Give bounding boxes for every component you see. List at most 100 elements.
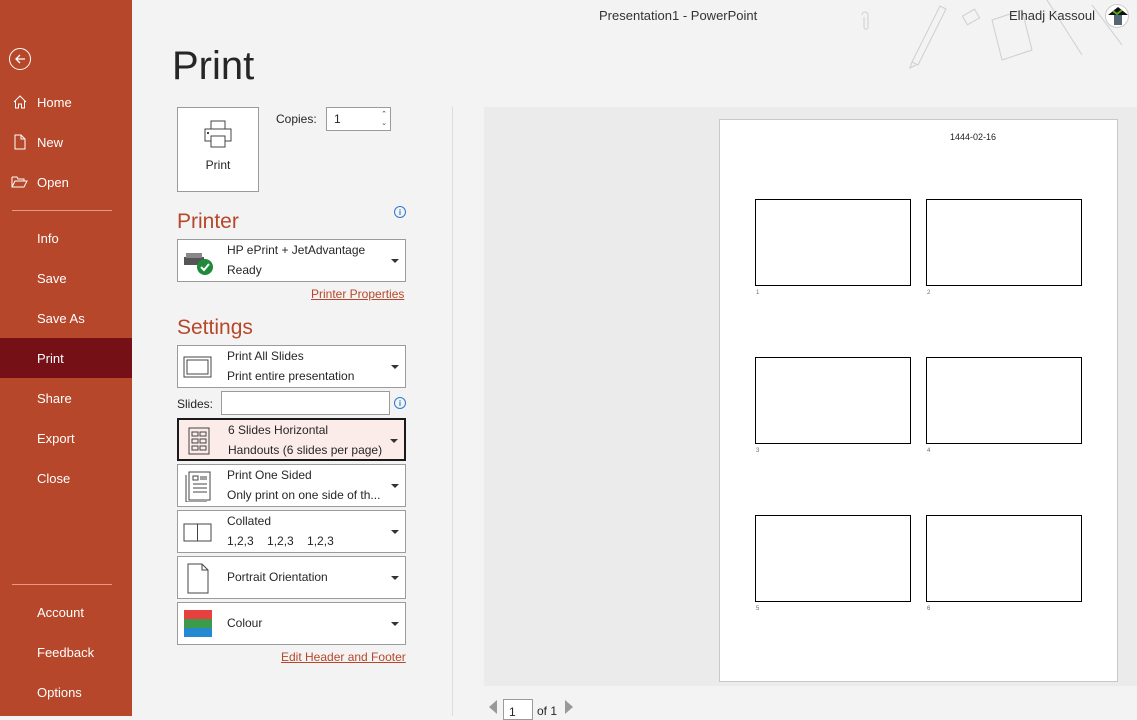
collation-title: Collated [227,514,272,528]
slide-thumbnail [926,357,1082,444]
sidebar-item-account[interactable]: Account [0,592,132,632]
slides-input[interactable] [221,391,390,415]
layout-title: 6 Slides Horizontal [228,423,329,437]
sidebar-item-label: Save As [37,310,85,326]
sidebar-item-home[interactable]: Home [0,82,132,122]
slide-number: 2 [927,290,931,296]
print-range-title: Print All Slides [227,349,304,363]
title-bar: Presentation1 - PowerPoint Elhadj Kassou… [132,0,1137,69]
slide-thumbnail [926,199,1082,286]
copies-input[interactable]: 1 ⌃ ⌄ [326,107,391,131]
slide-thumbnail [926,515,1082,602]
dropdown-arrow-icon [390,439,398,443]
sidebar-item-options[interactable]: Options [0,672,132,712]
settings-heading: Settings [177,316,253,339]
print-button[interactable]: Print [177,107,259,192]
slides-label: Slides: [177,397,214,411]
printer-name: HP ePrint + JetAdvantage [227,243,366,257]
dropdown-arrow-icon [391,484,399,488]
printer-heading: Printer [177,210,239,233]
color-dropdown[interactable]: Colour [177,602,406,645]
sidebar-item-label: Info [37,230,59,246]
dropdown-arrow-icon [391,259,399,263]
sidebar-item-label: Open [37,174,69,190]
sidebar-item-new[interactable]: New [0,122,132,162]
sidebar-item-label: Export [37,430,75,446]
home-icon [13,95,26,109]
collation-dropdown[interactable]: Collated 1,2,3 1,2,3 1,2,3 [177,510,406,553]
page-title: Print [172,44,255,88]
edit-header-footer-link[interactable]: Edit Header and Footer [281,650,406,664]
sidebar-item-label: Account [37,604,84,620]
copies-label: Copies: [276,112,317,126]
sidebar-divider [12,210,112,211]
layout-subtitle: Handouts (6 slides per page) [228,443,383,457]
sidebar-item-open[interactable]: Open [0,162,132,202]
slide-thumbnail [755,199,911,286]
sidebar-item-label: Home [37,94,72,110]
sides-title: Print One Sided [227,468,312,482]
sidebar-item-feedback[interactable]: Feedback [0,632,132,672]
printer-properties-link[interactable]: Printer Properties [311,287,404,301]
info-icon[interactable]: i [394,206,406,218]
portrait-page-icon [187,563,209,594]
sidebar-item-label: New [37,134,64,150]
sidebar-divider [12,584,112,585]
print-button-label: Print [205,158,231,172]
slide-number: 6 [927,606,931,612]
color-title: Colour [227,616,263,630]
sidebar-item-share[interactable]: Share [0,378,132,418]
dropdown-arrow-icon [391,576,399,580]
dropdown-arrow-icon [391,365,399,369]
one-sided-icon [185,471,211,502]
sidebar-item-save-as[interactable]: Save As [0,298,132,338]
chevron-up-icon[interactable]: ⌃ [381,110,387,119]
sides-dropdown[interactable]: Print One Sided Only print on one side o… [177,464,406,507]
sidebar-item-label: Save [37,270,67,286]
next-page-icon[interactable] [565,699,574,714]
sidebar-item-label: Print [37,350,64,366]
sidebar-item-label: Share [37,390,72,406]
page-navigator: 1 of 1 [484,697,574,720]
print-range-dropdown[interactable]: Print All Slides Print entire presentati… [177,345,406,388]
arrow-left-icon [15,54,25,64]
slide-thumbnail [755,357,911,444]
page-number-input[interactable]: 1 [503,699,533,720]
user-name[interactable]: Elhadj Kassoul [1009,8,1095,23]
dropdown-arrow-icon [391,530,399,534]
back-button[interactable] [9,48,31,70]
dropdown-arrow-icon [391,622,399,626]
window-title: Presentation1 - PowerPoint [599,8,758,23]
user-avatar[interactable] [1105,4,1129,28]
sidebar-item-close[interactable]: Close [0,458,132,498]
chevron-down-icon[interactable]: ⌄ [381,119,387,128]
slide-number: 4 [927,448,931,454]
printer-dropdown[interactable]: HP ePrint + JetAdvantage Ready [177,239,406,282]
collation-subtitle: 1,2,3 1,2,3 1,2,3 [227,534,334,548]
print-range-subtitle: Print entire presentation [227,369,355,383]
copies-value: 1 [334,112,341,126]
layout-dropdown[interactable]: 6 Slides Horizontal Handouts (6 slides p… [177,418,406,461]
new-document-icon [14,134,25,150]
panel-divider [452,107,453,716]
folder-open-icon [11,176,28,188]
sidebar-item-label: Options [37,684,82,700]
sidebar-item-info[interactable]: Info [0,218,132,258]
color-icon [184,610,212,637]
orientation-dropdown[interactable]: Portrait Orientation [177,556,406,599]
slide-number: 3 [756,448,760,454]
backstage-sidebar: Home New Open Info Save Save As Print Sh… [0,0,132,716]
page-count: of 1 [537,703,558,718]
sidebar-item-print[interactable]: Print [0,338,132,378]
copies-spinner[interactable]: ⌃ ⌄ [381,110,387,128]
sidebar-item-export[interactable]: Export [0,418,132,458]
previous-page-icon[interactable] [489,699,497,714]
sidebar-item-label: Close [37,470,71,486]
printer-ready-icon [184,253,213,275]
preview-page: 1444-02-16 1 2 3 4 5 6 [719,119,1118,682]
sidebar-item-save[interactable]: Save [0,258,132,298]
sides-subtitle: Only print on one side of th... [227,488,381,502]
printer-icon [204,120,232,148]
sidebar-item-label: Feedback [37,644,95,660]
info-icon[interactable]: i [394,397,406,409]
